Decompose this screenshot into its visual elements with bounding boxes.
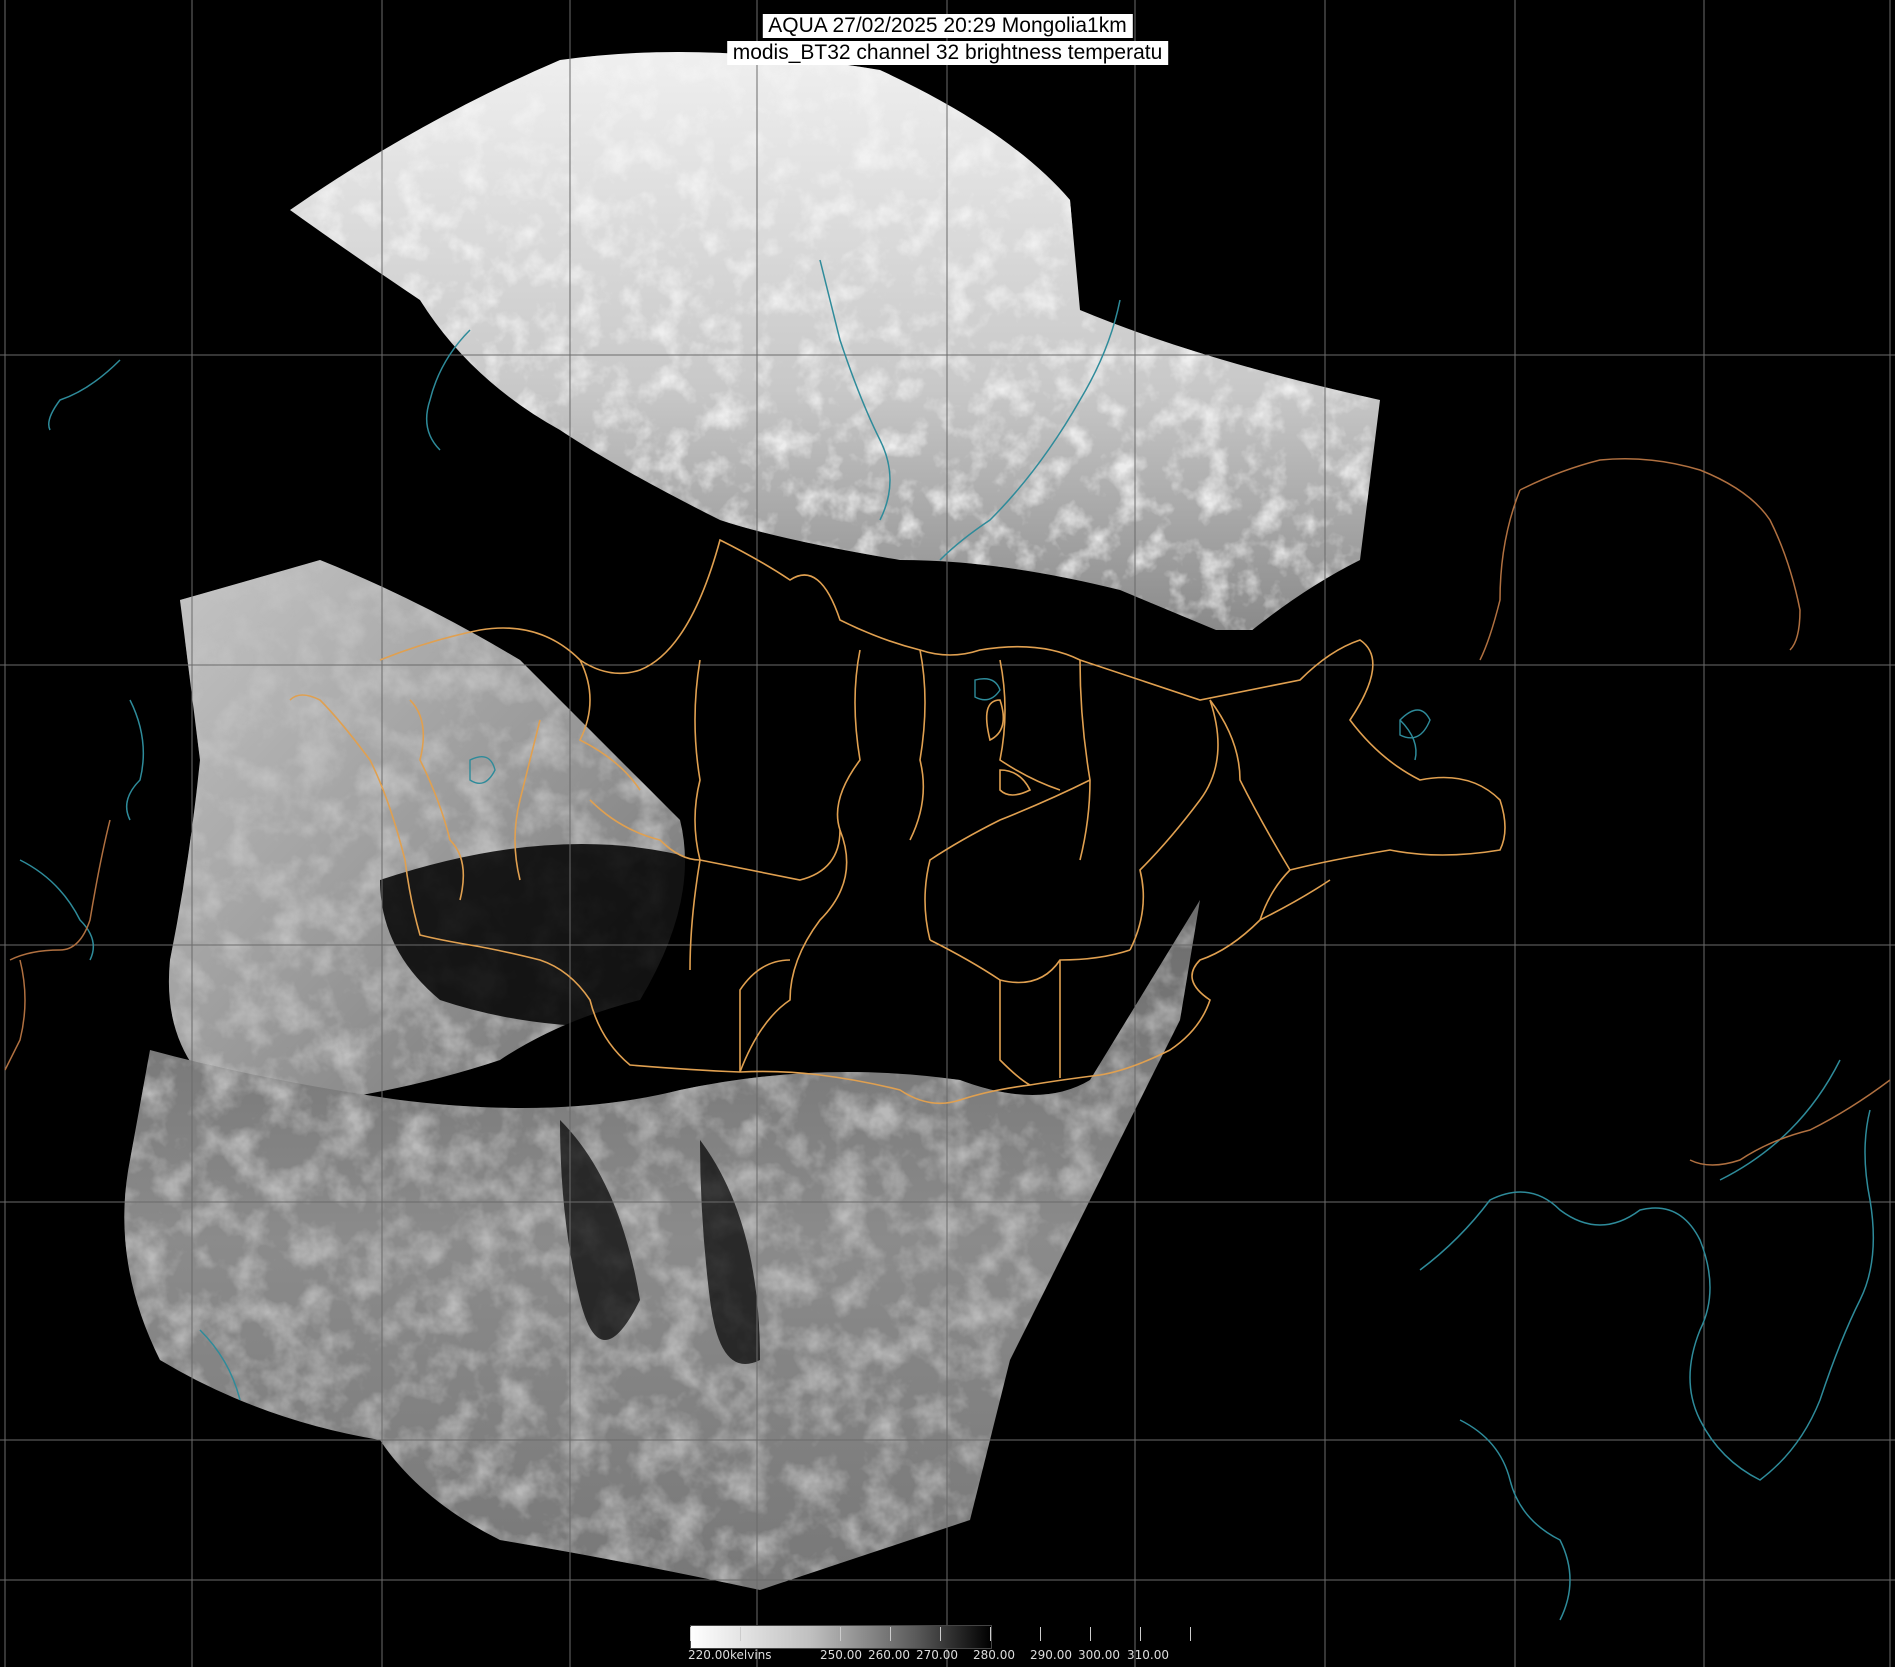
map-title-line1: AQUA 27/02/2025 20:29 Mongolia1km — [762, 14, 1133, 38]
imagery-layer — [124, 52, 1380, 1590]
legend-label-250: 250.00 — [820, 1648, 862, 1662]
legend-label-260: 260.00 — [868, 1648, 910, 1662]
legend-unit-label: 220.00kelvins — [688, 1648, 772, 1662]
legend-label-300: 300.00 — [1078, 1648, 1120, 1662]
legend-label-270: 270.00 — [916, 1648, 958, 1662]
legend-ticks — [690, 1625, 1205, 1647]
map-title-line2: modis_BT32 channel 32 brightness tempera… — [726, 41, 1169, 65]
color-legend: 220.00kelvins 250.00 260.00 270.00 280.0… — [688, 1625, 1205, 1665]
legend-labels: 220.00kelvins 250.00 260.00 270.00 280.0… — [688, 1648, 1205, 1664]
legend-label-290: 290.00 — [1030, 1648, 1072, 1662]
west-cloud-swath — [168, 560, 685, 1110]
north-cloud-swath — [290, 52, 1380, 630]
satellite-map — [0, 0, 1895, 1667]
legend-label-280: 280.00 — [973, 1648, 1015, 1662]
legend-label-310: 310.00 — [1127, 1648, 1169, 1662]
